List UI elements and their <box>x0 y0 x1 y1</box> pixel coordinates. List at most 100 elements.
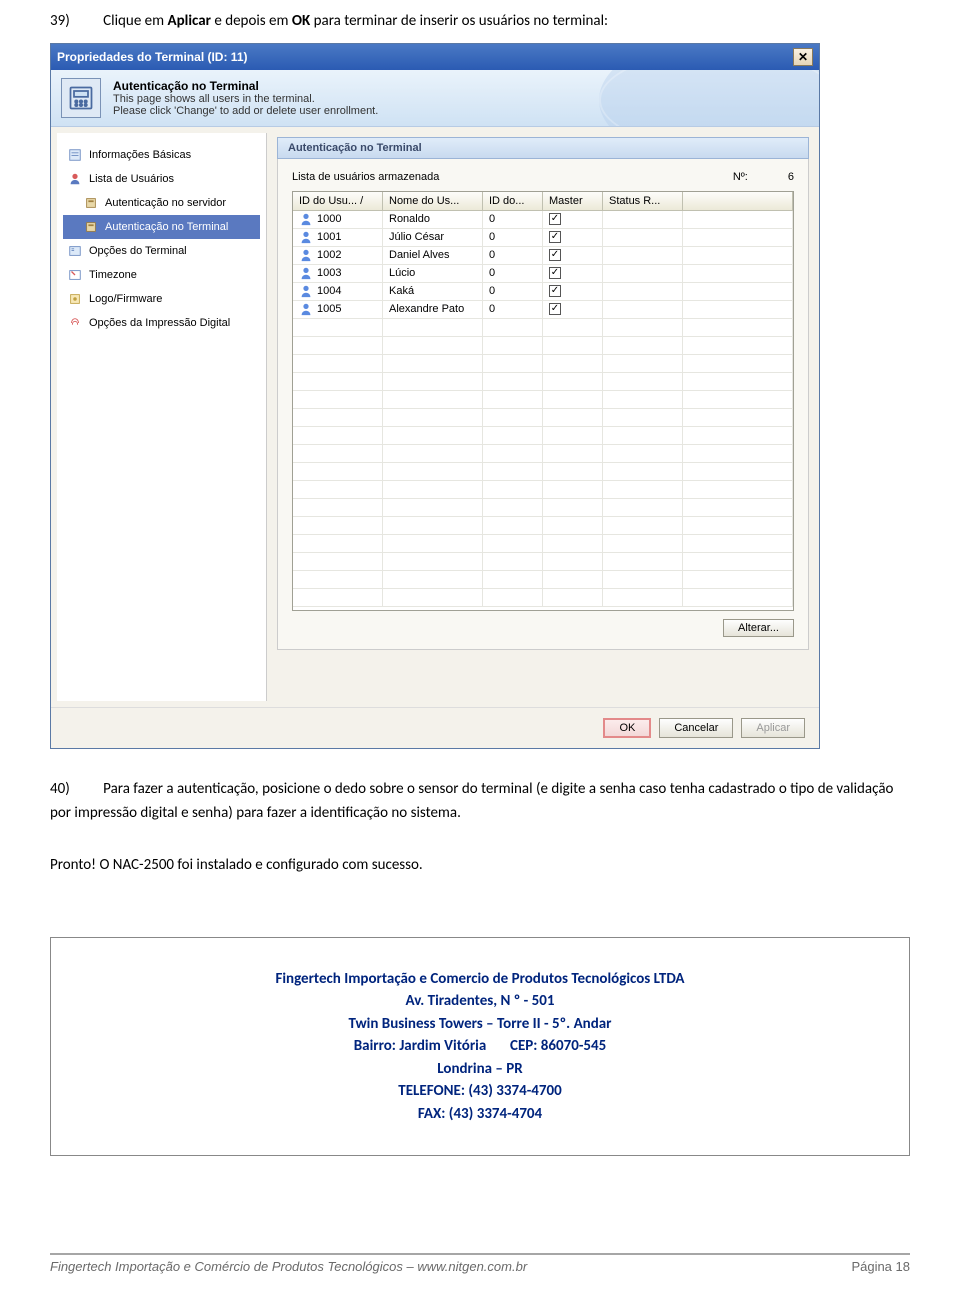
bold-aplicar: Aplicar <box>168 12 211 30</box>
banner: Autenticação no Terminal This page shows… <box>51 70 819 127</box>
table-row[interactable]: 1004Kaká0 ✓ <box>293 283 793 301</box>
cell-id: 1005 <box>293 301 383 318</box>
cell-master: ✓ <box>543 283 603 300</box>
empty-row <box>293 409 793 427</box>
sidebar-item-0[interactable]: Informações Básicas <box>63 143 260 167</box>
titlebar[interactable]: Propriedades do Terminal (ID: 11) ✕ <box>51 44 819 70</box>
ok-button[interactable]: OK <box>603 718 651 738</box>
txt: Clique em <box>103 12 167 30</box>
step-40-text: 40) Para fazer a autenticação, posicione… <box>50 777 910 825</box>
cell-id: 1002 <box>293 247 383 264</box>
terminal-icon <box>61 78 101 118</box>
contact-bairro-cep: Bairro: Jardim Vitória CEP: 86070-545 <box>71 1035 889 1058</box>
cell-master: ✓ <box>543 229 603 246</box>
checkbox-icon: ✓ <box>549 249 561 261</box>
table-row[interactable]: 1005Alexandre Pato0 ✓ <box>293 301 793 319</box>
column-header-1[interactable]: Nome do Us... <box>383 192 483 210</box>
cell-status <box>603 211 683 228</box>
cell-id: 1003 <box>293 265 383 282</box>
tz-icon <box>67 267 83 283</box>
auth-icon <box>83 219 99 235</box>
cell-master: ✓ <box>543 247 603 264</box>
dialog-window: Propriedades do Terminal (ID: 11) ✕ <box>50 43 820 749</box>
empty-row <box>293 589 793 607</box>
empty-row <box>293 373 793 391</box>
cell-name: Kaká <box>383 283 483 300</box>
cell-id: 1000 <box>293 211 383 228</box>
auth-icon <box>83 195 99 211</box>
cell-status <box>603 283 683 300</box>
alterar-button[interactable]: Alterar... <box>723 619 794 637</box>
footer-page-number: Página 18 <box>851 1259 910 1274</box>
empty-row <box>293 337 793 355</box>
apply-button[interactable]: Aplicar <box>741 718 805 738</box>
table-row[interactable]: 1002Daniel Alves0 ✓ <box>293 247 793 265</box>
cell-gid: 0 <box>483 265 543 282</box>
sidebar-item-7[interactable]: Opções da Impressão Digital <box>63 311 260 335</box>
sidebar-item-4[interactable]: Opções do Terminal <box>63 239 260 263</box>
panel-title: Autenticação no Terminal <box>277 137 809 159</box>
cell-name: Daniel Alves <box>383 247 483 264</box>
cell-gid: 0 <box>483 283 543 300</box>
column-header-0[interactable]: ID do Usu... / <box>293 192 383 210</box>
user-icon <box>299 284 313 298</box>
sidebar-item-label: Opções do Terminal <box>89 245 187 257</box>
banner-line2: Please click 'Change' to add or delete u… <box>113 105 378 117</box>
column-header-2[interactable]: ID do... <box>483 192 543 210</box>
fp-icon <box>67 315 83 331</box>
contact-phone: TELEFONE: (43) 3374-4700 <box>71 1080 889 1103</box>
user-icon <box>299 212 313 226</box>
table-row[interactable]: 1000Ronaldo0✓ <box>293 211 793 229</box>
sidebar-item-label: Autenticação no servidor <box>105 197 226 209</box>
column-header-4[interactable]: Status R... <box>603 192 683 210</box>
sidebar-item-5[interactable]: Timezone <box>63 263 260 287</box>
cancel-button[interactable]: Cancelar <box>659 718 733 738</box>
txt: e depois em <box>214 12 292 30</box>
contact-building: Twin Business Towers – Torre II - 5º. An… <box>71 1013 889 1036</box>
empty-row <box>293 571 793 589</box>
sidebar-item-6[interactable]: Logo/Firmware <box>63 287 260 311</box>
cell-name: Júlio César <box>383 229 483 246</box>
cell-gid: 0 <box>483 211 543 228</box>
sidebar-item-label: Timezone <box>89 269 137 281</box>
step-num: 40) <box>50 780 70 798</box>
close-button[interactable]: ✕ <box>793 48 813 66</box>
banner-line1: This page shows all users in the termina… <box>113 93 378 105</box>
cell-name: Lúcio <box>383 265 483 282</box>
table-row[interactable]: 1003Lúcio0 ✓ <box>293 265 793 283</box>
sidebar-item-label: Lista de Usuários <box>89 173 174 185</box>
checkbox-icon: ✓ <box>549 267 561 279</box>
cell-master: ✓ <box>543 211 603 228</box>
table-row[interactable]: 1001Júlio César0✓ <box>293 229 793 247</box>
cell-name: Ronaldo <box>383 211 483 228</box>
cell-gid: 0 <box>483 301 543 318</box>
txt: para terminar de inserir os usuários no … <box>314 12 608 30</box>
checkbox-icon: ✓ <box>549 303 561 315</box>
checkbox-icon: ✓ <box>549 285 561 297</box>
txt: Para fazer a autenticação, posicione o d… <box>50 780 893 822</box>
sidebar: Informações Básicas Lista de Usuários Aute… <box>57 133 267 701</box>
cell-master: ✓ <box>543 265 603 282</box>
count-value: 6 <box>788 171 794 183</box>
checkbox-icon: ✓ <box>549 231 561 243</box>
sidebar-item-3[interactable]: Autenticação no Terminal <box>63 215 260 239</box>
empty-row <box>293 463 793 481</box>
empty-row <box>293 517 793 535</box>
cell-gid: 0 <box>483 247 543 264</box>
cell-name: Alexandre Pato <box>383 301 483 318</box>
sidebar-item-1[interactable]: Lista de Usuários <box>63 167 260 191</box>
user-icon <box>299 266 313 280</box>
cell-id: 1004 <box>293 283 383 300</box>
step-num: 39) <box>50 12 70 30</box>
cell-status <box>603 247 683 264</box>
count-label: Nº: <box>733 171 748 183</box>
empty-row <box>293 535 793 553</box>
users-grid[interactable]: ID do Usu... /Nome do Us...ID do...Maste… <box>292 191 794 611</box>
empty-row <box>293 445 793 463</box>
cell-status <box>603 229 683 246</box>
sidebar-item-label: Autenticação no Terminal <box>105 221 228 233</box>
contact-address: Av. Tiradentes, N º - 501 <box>71 990 889 1013</box>
empty-row <box>293 319 793 337</box>
column-header-3[interactable]: Master <box>543 192 603 210</box>
sidebar-item-2[interactable]: Autenticação no servidor <box>63 191 260 215</box>
